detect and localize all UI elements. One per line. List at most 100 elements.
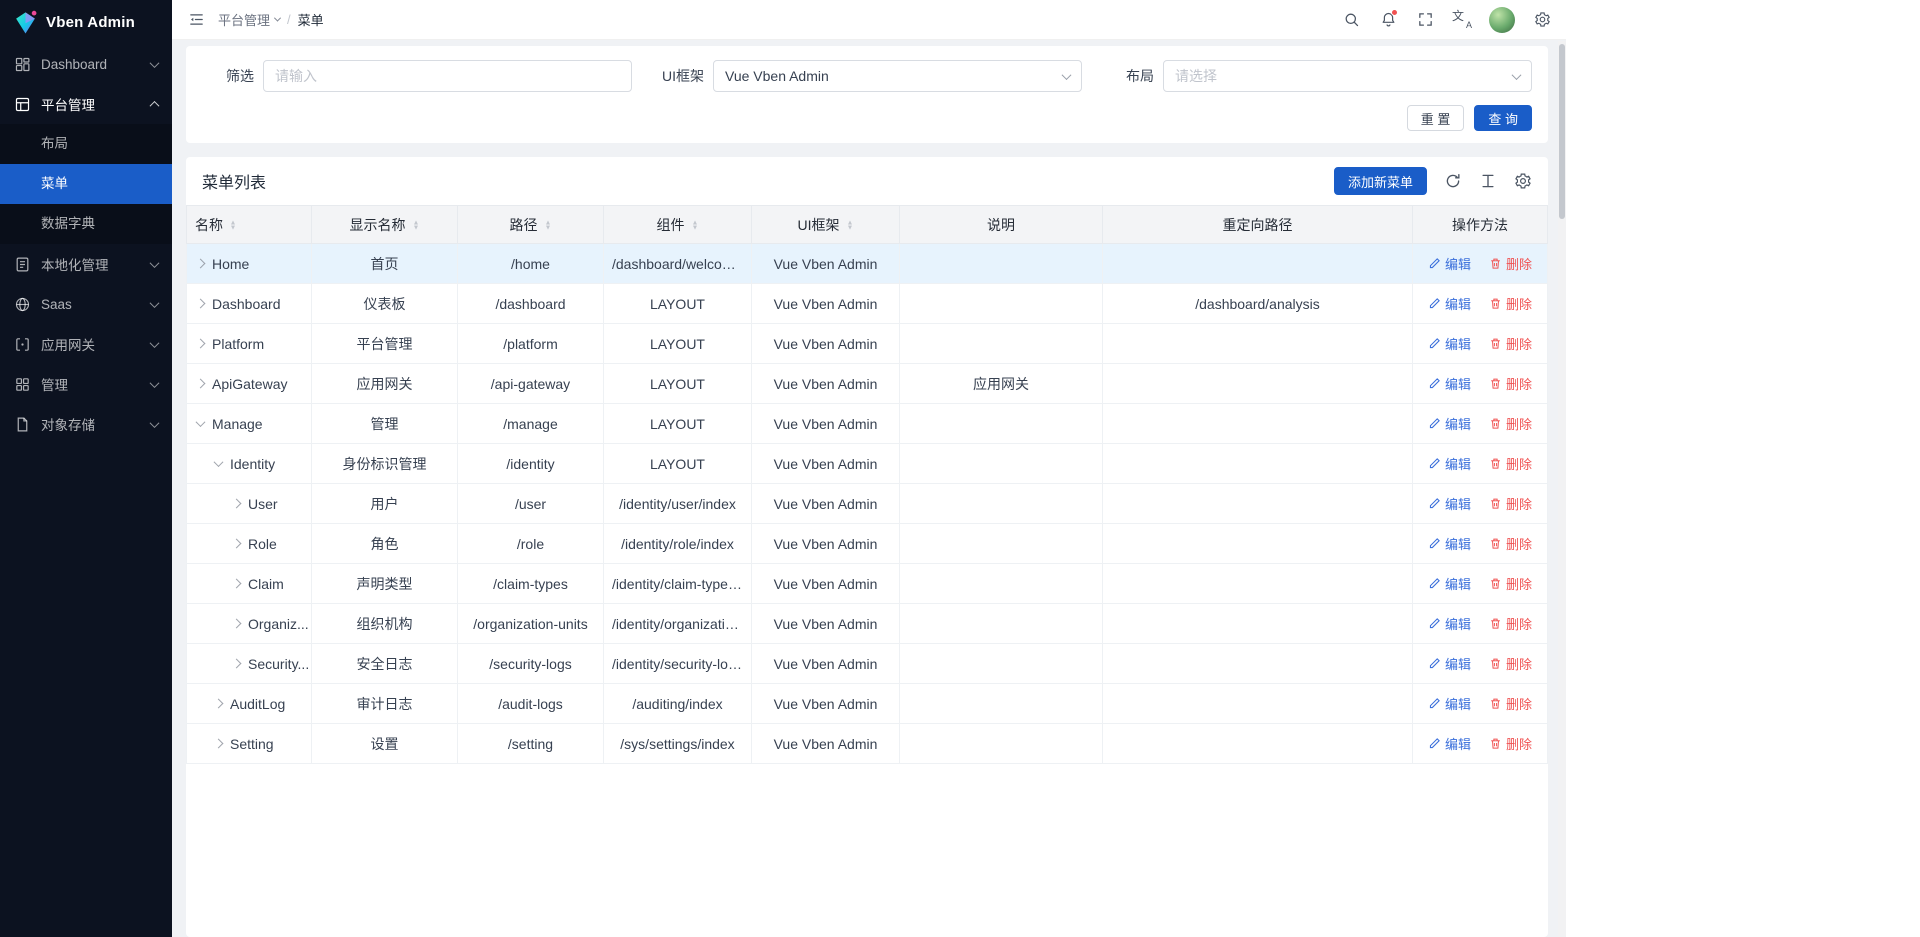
filter-input[interactable] <box>263 60 632 92</box>
sidebar-item-api-gateway[interactable]: 应用网关 <box>0 324 172 364</box>
fullscreen-icon[interactable] <box>1415 10 1435 30</box>
add-menu-button[interactable]: 添加新菜单 <box>1334 167 1427 195</box>
sidebar-item-data-dictionary[interactable]: 数据字典 <box>0 204 172 244</box>
search-button[interactable]: 查 询 <box>1474 105 1532 131</box>
delete-button[interactable]: 删除 <box>1489 334 1532 353</box>
name-cell-content: Security... <box>195 656 303 672</box>
row-redirect <box>1103 524 1413 564</box>
layout-label: 布局 <box>1102 66 1154 86</box>
delete-button[interactable]: 删除 <box>1489 454 1532 473</box>
row-component: LAYOUT <box>604 364 752 404</box>
sidebar-item-localization[interactable]: 本地化管理 <box>0 244 172 284</box>
edit-button[interactable]: 编辑 <box>1428 574 1471 593</box>
row-expand-icon[interactable] <box>196 379 206 389</box>
sort-icon[interactable]: ▲▼ <box>691 220 699 230</box>
edit-button[interactable]: 编辑 <box>1428 694 1471 713</box>
delete-button[interactable]: 删除 <box>1489 374 1532 393</box>
row-expand-icon[interactable] <box>232 579 242 589</box>
table-row[interactable]: Organiz... 组织机构 /organization-units /ide… <box>187 604 1548 644</box>
delete-button[interactable]: 删除 <box>1489 574 1532 593</box>
edit-button[interactable]: 编辑 <box>1428 534 1471 553</box>
edit-button[interactable]: 编辑 <box>1428 654 1471 673</box>
breadcrumb-root[interactable]: 平台管理 <box>218 10 280 29</box>
delete-button[interactable]: 删除 <box>1489 414 1532 433</box>
user-avatar[interactable] <box>1489 7 1515 33</box>
sidebar-item-object-storage[interactable]: 对象存储 <box>0 404 172 444</box>
row-expand-icon[interactable] <box>214 699 224 709</box>
row-expand-icon[interactable] <box>196 299 206 309</box>
edit-button[interactable]: 编辑 <box>1428 454 1471 473</box>
edit-button[interactable]: 编辑 <box>1428 254 1471 273</box>
table-row[interactable]: Role 角色 /role /identity/role/index Vue V… <box>187 524 1548 564</box>
table-row[interactable]: ApiGateway 应用网关 /api-gateway LAYOUT Vue … <box>187 364 1548 404</box>
edit-pencil-icon <box>1428 737 1441 750</box>
table-row[interactable]: Dashboard 仪表板 /dashboard LAYOUT Vue Vben… <box>187 284 1548 324</box>
table-row[interactable]: Identity 身份标识管理 /identity LAYOUT Vue Vbe… <box>187 444 1548 484</box>
row-expand-icon[interactable] <box>232 619 242 629</box>
search-icon[interactable] <box>1341 10 1361 30</box>
delete-button[interactable]: 删除 <box>1489 654 1532 673</box>
row-expand-icon[interactable] <box>214 739 224 749</box>
delete-button[interactable]: 删除 <box>1489 534 1532 553</box>
ui-framework-select[interactable]: Vue Vben Admin <box>713 60 1082 92</box>
edit-button[interactable]: 编辑 <box>1428 334 1471 353</box>
sidebar-item-layout[interactable]: 布局 <box>0 124 172 164</box>
table-row[interactable]: AuditLog 审计日志 /audit-logs /auditing/inde… <box>187 684 1548 724</box>
table-row[interactable]: Setting 设置 /setting /sys/settings/index … <box>187 724 1548 764</box>
edit-button[interactable]: 编辑 <box>1428 734 1471 753</box>
edit-button[interactable]: 编辑 <box>1428 614 1471 633</box>
table-row[interactable]: Claim 声明类型 /claim-types /identity/claim-… <box>187 564 1548 604</box>
app-logo[interactable]: Vben Admin <box>0 0 172 44</box>
row-expand-icon[interactable] <box>196 259 206 269</box>
column-header-path[interactable]: 路径 ▲▼ <box>458 206 604 244</box>
sidebar-item-dashboard[interactable]: Dashboard <box>0 44 172 84</box>
delete-button[interactable]: 删除 <box>1489 494 1532 513</box>
delete-button[interactable]: 删除 <box>1489 254 1532 273</box>
edit-button[interactable]: 编辑 <box>1428 414 1471 433</box>
sort-icon[interactable]: ▲▼ <box>229 220 237 230</box>
sort-icon[interactable]: ▲▼ <box>544 220 552 230</box>
sidebar-item-platform-management[interactable]: 平台管理 <box>0 84 172 124</box>
sort-icon[interactable]: ▲▼ <box>412 220 420 230</box>
row-description <box>900 324 1103 364</box>
table-row[interactable]: Security... 安全日志 /security-logs /identit… <box>187 644 1548 684</box>
row-height-icon[interactable] <box>1479 172 1497 190</box>
notification-bell-icon[interactable] <box>1378 10 1398 30</box>
edit-button[interactable]: 编辑 <box>1428 494 1471 513</box>
layout-select[interactable]: 请选择 <box>1163 60 1532 92</box>
row-expand-icon[interactable] <box>196 417 206 427</box>
settings-gear-icon[interactable] <box>1532 10 1552 30</box>
reset-button[interactable]: 重 置 <box>1407 105 1465 131</box>
sort-icon[interactable]: ▲▼ <box>846 220 854 230</box>
globe-icon <box>14 296 31 313</box>
column-header-component[interactable]: 组件 ▲▼ <box>604 206 752 244</box>
table-row[interactable]: Platform 平台管理 /platform LAYOUT Vue Vben … <box>187 324 1548 364</box>
row-expand-icon[interactable] <box>232 659 242 669</box>
menu-fold-icon[interactable] <box>186 10 206 30</box>
sidebar-item-saas[interactable]: Saas <box>0 284 172 324</box>
delete-button[interactable]: 删除 <box>1489 694 1532 713</box>
table-row[interactable]: User 用户 /user /identity/user/index Vue V… <box>187 484 1548 524</box>
refresh-icon[interactable] <box>1444 172 1462 190</box>
edit-button[interactable]: 编辑 <box>1428 374 1471 393</box>
row-expand-icon[interactable] <box>232 539 242 549</box>
column-header-display-name[interactable]: 显示名称 ▲▼ <box>312 206 458 244</box>
scrollbar-thumb[interactable] <box>1559 44 1565 219</box>
edit-button[interactable]: 编辑 <box>1428 294 1471 313</box>
column-header-name[interactable]: 名称 ▲▼ <box>187 206 312 244</box>
column-header-framework[interactable]: UI框架 ▲▼ <box>752 206 900 244</box>
table-row[interactable]: Manage 管理 /manage LAYOUT Vue Vben Admin … <box>187 404 1548 444</box>
sidebar-item-menu[interactable]: 菜单 <box>0 164 172 204</box>
name-cell-content: Identity <box>195 456 303 472</box>
delete-button[interactable]: 删除 <box>1489 614 1532 633</box>
page-scrollbar[interactable] <box>1558 41 1566 937</box>
row-expand-icon[interactable] <box>214 457 224 467</box>
table-row[interactable]: Home 首页 /home /dashboard/welcome/in... V… <box>187 244 1548 284</box>
row-expand-icon[interactable] <box>196 339 206 349</box>
row-expand-icon[interactable] <box>232 499 242 509</box>
table-settings-gear-icon[interactable] <box>1514 172 1532 190</box>
language-switch-icon[interactable]: 文 A <box>1452 10 1472 30</box>
delete-button[interactable]: 删除 <box>1489 734 1532 753</box>
sidebar-item-manage[interactable]: 管理 <box>0 364 172 404</box>
delete-button[interactable]: 删除 <box>1489 294 1532 313</box>
